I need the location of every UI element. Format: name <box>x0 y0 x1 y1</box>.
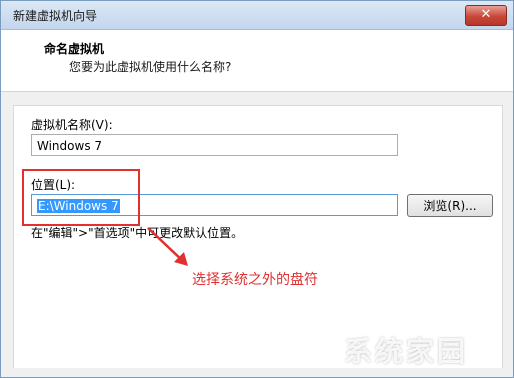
title-bar: 新建虚拟机向导 ✕ <box>1 1 513 30</box>
annotation-text: 选择系统之外的盘符 <box>192 272 318 288</box>
close-icon: ✕ <box>480 7 492 22</box>
watermark-logo: 系统家园 <box>344 335 469 368</box>
close-button[interactable]: ✕ <box>465 5 507 26</box>
vm-name-value: Windows 7 <box>37 139 103 153</box>
highlight-box <box>22 169 140 226</box>
form-panel: 虚拟机名称(V): Windows 7 位置(L): E:\Windows 7 … <box>13 105 503 368</box>
window-title: 新建虚拟机向导 <box>13 9 98 23</box>
vm-name-label: 虚拟机名称(V): <box>31 118 113 132</box>
wizard-header: 命名虚拟机 您要为此虚拟机使用什么名称? <box>1 30 513 92</box>
browse-button[interactable]: 浏览(R)... <box>407 194 493 217</box>
arrow-icon <box>147 227 188 266</box>
wizard-window: 新建虚拟机向导 ✕ 命名虚拟机 您要为此虚拟机使用什么名称? 虚拟机名称(V):… <box>0 0 514 378</box>
page-subtitle: 您要为此虚拟机使用什么名称? <box>69 60 232 74</box>
page-title: 命名虚拟机 <box>44 42 105 56</box>
vm-name-input[interactable]: Windows 7 <box>31 134 398 156</box>
location-hint: 在"编辑">"首选项"中可更改默认位置。 <box>31 226 244 240</box>
